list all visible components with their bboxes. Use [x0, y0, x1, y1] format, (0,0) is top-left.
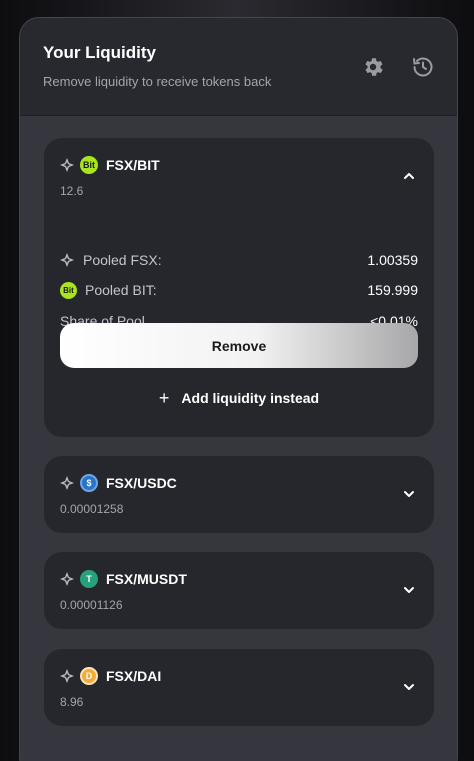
chevron-up-icon[interactable] — [402, 169, 416, 183]
fsx-token-icon — [60, 158, 74, 172]
pair-name: FSX/MUSDT — [106, 571, 187, 587]
lp-amount: 0.00001258 — [60, 502, 124, 516]
pooled-bit-value: 159.999 — [367, 282, 418, 298]
bit-token-icon: Bit — [80, 156, 98, 174]
history-icon[interactable] — [411, 55, 435, 79]
pooled-bit-row: Bit Pooled BIT: 159.999 — [60, 280, 418, 300]
panel-header: Your Liquidity Remove liquidity to recei… — [20, 18, 457, 116]
lp-amount: 0.00001126 — [60, 598, 123, 612]
pooled-bit-label: Pooled BIT: — [85, 282, 157, 298]
lp-amount: 8.96 — [60, 695, 84, 709]
remove-button[interactable]: Remove — [60, 323, 418, 368]
bit-token-icon: Bit — [60, 281, 77, 299]
pair-name: FSX/BIT — [106, 157, 160, 173]
fsx-token-icon — [60, 572, 74, 586]
page-title: Your Liquidity — [43, 43, 157, 62]
pair-row[interactable]: Bit FSX/BIT — [60, 155, 160, 175]
chevron-down-icon[interactable] — [402, 583, 416, 597]
musdt-token-icon: T — [80, 570, 98, 588]
fsx-token-icon — [60, 476, 74, 490]
pair-row: D FSX/DAI — [60, 666, 161, 686]
lp-amount: 12.6 — [60, 184, 84, 198]
fsx-token-icon — [60, 253, 74, 267]
pooled-fsx-row: Pooled FSX: 1.00359 — [60, 250, 418, 270]
add-liquidity-link[interactable]: + Add liquidity instead — [44, 387, 434, 409]
pair-name: FSX/DAI — [106, 668, 162, 684]
position-card-fsx-dai[interactable]: D FSX/DAI 8.96 — [44, 649, 434, 726]
fsx-token-icon — [60, 669, 74, 683]
dai-token-icon: D — [80, 667, 98, 685]
pooled-fsx-value: 1.00359 — [367, 252, 418, 268]
position-card-fsx-usdc[interactable]: $ FSX/USDC 0.00001258 — [44, 456, 434, 533]
page-subtitle: Remove liquidity to receive tokens back — [43, 74, 272, 89]
position-card-fsx-musdt[interactable]: T FSX/MUSDT 0.00001126 — [44, 552, 434, 629]
gear-icon[interactable] — [361, 55, 385, 79]
pair-row: $ FSX/USDC — [60, 473, 177, 493]
usdc-token-icon: $ — [80, 474, 98, 492]
pooled-fsx-label: Pooled FSX: — [83, 252, 162, 268]
add-liquidity-label: Add liquidity instead — [181, 390, 320, 406]
liquidity-panel: Your Liquidity Remove liquidity to recei… — [19, 17, 458, 761]
plus-icon: + — [158, 388, 170, 408]
pair-row: T FSX/MUSDT — [60, 569, 187, 589]
chevron-down-icon[interactable] — [402, 487, 416, 501]
chevron-down-icon[interactable] — [402, 680, 416, 694]
position-card-fsx-bit: Bit FSX/BIT 12.6 Pooled FSX: 1.00359 Bit… — [44, 138, 434, 437]
pair-name: FSX/USDC — [106, 475, 177, 491]
